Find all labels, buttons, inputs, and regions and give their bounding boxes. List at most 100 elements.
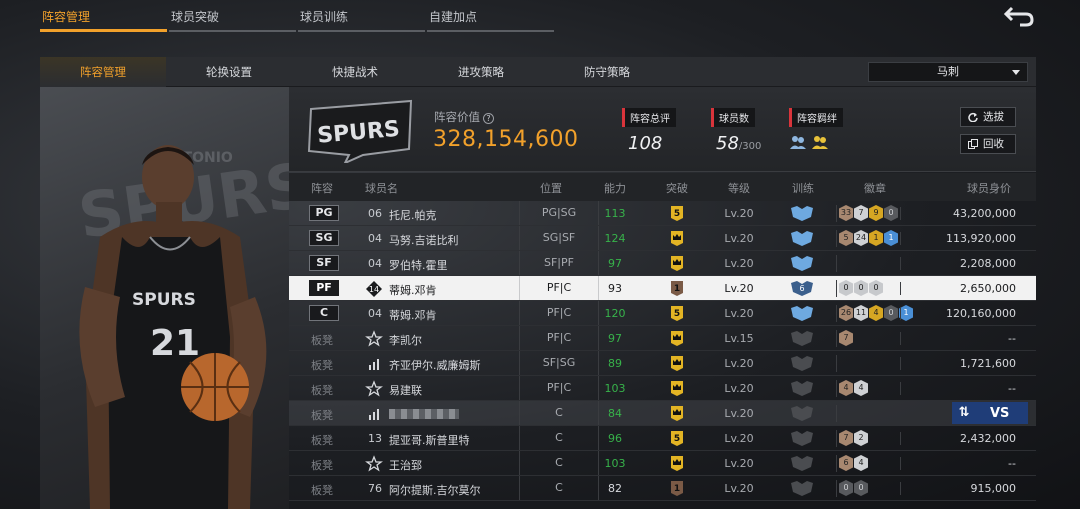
training-icon[interactable] [789, 405, 815, 421]
table-row[interactable]: 板凳 李凯尔 PF|C 97 Lv.15 7 -- [289, 326, 1036, 351]
training-icon[interactable]: 6 [789, 280, 815, 296]
jersey-diamond-icon: 14 [365, 280, 383, 298]
breakthrough-badge [669, 255, 685, 271]
training-shape [791, 331, 813, 346]
breakthrough-badge [669, 230, 685, 246]
training-icon[interactable] [789, 380, 815, 396]
select-button[interactable]: 选拔 [960, 107, 1016, 127]
bench-label: 板凳 [311, 359, 333, 372]
star-icon [365, 330, 383, 348]
signal-bars-shape [369, 359, 379, 370]
table-row[interactable]: 板凳 易建联 PF|C 103 Lv.20 4 4 -- [289, 376, 1036, 401]
player-count-max: /300 [738, 141, 762, 152]
training-icon[interactable] [789, 480, 815, 496]
subtab-lineup[interactable]: 阵容管理 [40, 57, 166, 87]
player-level: Lv.20 [724, 382, 754, 395]
training-icon[interactable] [789, 230, 815, 246]
subtab-defense[interactable]: 防守策略 [544, 57, 670, 87]
lineup-value: 328,154,600 [433, 127, 579, 152]
player-level: Lv.20 [724, 457, 754, 470]
player-name[interactable]: 李凯尔 [389, 332, 422, 348]
tab-player-training[interactable]: 球员训练 [298, 0, 425, 32]
player-name[interactable]: 蒂姆.邓肯 [389, 307, 437, 323]
table-row[interactable]: 板凳 13 提亚哥.斯普里特 C 96 5 Lv.20 7 2 2,432,000 [289, 426, 1036, 451]
player-level: Lv.20 [724, 482, 754, 495]
select-button-label: 选拔 [983, 111, 1004, 123]
star-shape [365, 380, 383, 397]
subtab-quick-tactics[interactable]: 快捷战术 [292, 57, 418, 87]
training-icon[interactable] [789, 455, 815, 471]
back-icon[interactable] [1002, 3, 1036, 29]
table-row[interactable]: PF 14 蒂姆.邓肯 PF|C 93 1 Lv.20 6 0 0 0 2,650,000 [289, 276, 1036, 301]
training-icon[interactable] [789, 330, 815, 346]
badge-count: 2 [854, 430, 868, 446]
help-icon[interactable]: ? [483, 113, 494, 124]
subtab-rotation[interactable]: 轮换设置 [166, 57, 292, 87]
lineup-bond-label: 阵容羁绊 [789, 108, 843, 127]
table-row[interactable]: C 04 蒂姆.邓肯 PF|C 120 5 Lv.20 26 11 4 0 1 120,160,000 [289, 301, 1036, 326]
table-row[interactable]: 板凳 王治郅 C 103 Lv.20 6 4 -- [289, 451, 1036, 476]
table-row[interactable]: PG 06 托尼.帕克 PG|SG 113 5 Lv.20 33 7 9 0 43,200,000 [289, 201, 1036, 226]
player-ability: 124 [604, 232, 626, 245]
training-icon[interactable] [789, 205, 815, 221]
breakthrough-badge: 5 [669, 430, 685, 446]
player-name[interactable]: 王治郅 [389, 457, 422, 473]
badge-count: 0 [884, 305, 898, 321]
player-name[interactable]: 阿尔提斯.吉尔莫尔 [389, 482, 481, 498]
crown-icon [671, 356, 683, 371]
star-shape [365, 330, 383, 347]
subtab-offense[interactable]: 进攻策略 [418, 57, 544, 87]
player-name-redacted[interactable] [389, 409, 459, 419]
badge-count: 0 [839, 280, 853, 296]
bond-gold-people-icon[interactable] [811, 134, 829, 150]
training-icon[interactable] [789, 430, 815, 446]
recall-button[interactable]: 回收 [960, 134, 1016, 154]
badge-count: 7 [839, 330, 853, 346]
training-icon[interactable] [789, 255, 815, 271]
star-icon [365, 455, 383, 473]
table-row[interactable]: SG 04 马努.吉诺比利 SG|SF 124 Lv.20 5 24 1 1 113,920,000 [289, 226, 1036, 251]
player-position: SF|PF [519, 251, 599, 275]
badge-list [836, 255, 839, 272]
player-position: PF|C [519, 376, 599, 400]
player-portrait-panel: SPURS ANTONIO SPURS 21 [40, 87, 289, 509]
compare-vs-button[interactable]: ⇅ VS [952, 402, 1028, 424]
player-ability: 120 [604, 307, 626, 320]
tab-lineup-management[interactable]: 阵容管理 [40, 0, 167, 32]
player-name[interactable]: 易建联 [389, 382, 422, 398]
breakthrough-badge [669, 355, 685, 371]
player-salary: -- [900, 457, 1016, 470]
lineup-value-label-text: 阵容价值 [434, 110, 480, 124]
training-icon[interactable] [789, 305, 815, 321]
tab-custom-points[interactable]: 自建加点 [427, 0, 554, 32]
bond-people-icon[interactable] [789, 134, 807, 150]
player-ability: 97 [608, 257, 622, 270]
breakthrough-badge: 1 [669, 280, 685, 296]
crown-icon [671, 331, 683, 346]
swap-icon[interactable]: ⇅ [952, 402, 976, 424]
table-row[interactable]: 板凳 齐亚伊尔.威廉姆斯 SF|SG 89 Lv.20 1,721,600 [289, 351, 1036, 376]
player-name[interactable]: 托尼.帕克 [389, 207, 437, 223]
tab-player-breakthrough[interactable]: 球员突破 [169, 0, 296, 32]
lineup-rating-stat: 阵容总评 108 [622, 107, 676, 154]
table-row[interactable]: SF 04 罗伯特.霍里 SF|PF 97 Lv.20 2,208,000 [289, 251, 1036, 276]
player-position: C [519, 426, 599, 450]
training-icon[interactable] [789, 355, 815, 371]
player-level: Lv.20 [724, 357, 754, 370]
player-name[interactable]: 马努.吉诺比利 [389, 232, 459, 248]
badge-list: 5 24 1 1 [836, 230, 898, 247]
player-salary: 43,200,000 [900, 207, 1016, 220]
player-name[interactable]: 罗伯特.霍里 [389, 257, 448, 273]
player-name[interactable]: 蒂姆.邓肯 [389, 282, 437, 298]
player-salary: 2,650,000 [900, 282, 1016, 295]
team-dropdown[interactable]: 马刺 [868, 62, 1028, 82]
player-salary: 120,160,000 [900, 307, 1016, 320]
bond-icons[interactable] [789, 134, 843, 150]
player-name[interactable]: 齐亚伊尔.威廉姆斯 [389, 357, 481, 373]
lineup-rating-value: 108 [628, 133, 663, 154]
player-level: Lv.15 [724, 332, 754, 345]
table-row[interactable]: 板凳 C 84 Lv.20 ⇅ VS [289, 401, 1036, 426]
breakthrough-badge [669, 455, 685, 471]
table-row[interactable]: 板凳 76 阿尔提斯.吉尔莫尔 C 82 1 Lv.20 0 0 915,000 [289, 476, 1036, 501]
player-name[interactable]: 提亚哥.斯普里特 [389, 432, 470, 448]
